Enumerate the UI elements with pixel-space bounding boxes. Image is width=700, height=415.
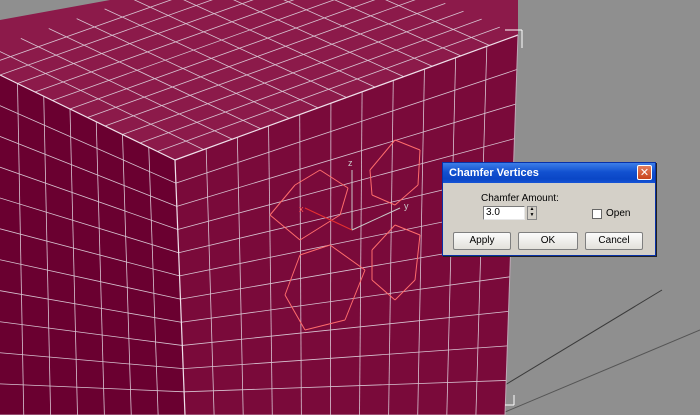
chamfer-amount-label: Chamfer Amount: bbox=[481, 193, 559, 204]
gizmo-z-label: z bbox=[348, 158, 353, 168]
cancel-button[interactable]: Cancel bbox=[585, 232, 643, 250]
close-icon: ✕ bbox=[639, 166, 650, 179]
dialog-title: Chamfer Vertices bbox=[449, 167, 539, 179]
gizmo-x-label: x bbox=[299, 204, 304, 214]
ok-button[interactable]: OK bbox=[518, 232, 578, 250]
gizmo-y-label: y bbox=[404, 201, 409, 211]
apply-button[interactable]: Apply bbox=[453, 232, 511, 250]
chamfer-amount-input[interactable]: 3.0 bbox=[483, 206, 525, 220]
chamfer-amount-spinner[interactable]: ▲ ▼ bbox=[527, 206, 537, 220]
open-checkbox[interactable] bbox=[592, 209, 602, 219]
chamfer-vertices-dialog: Chamfer Vertices ✕ Chamfer Amount: 3.0 ▲… bbox=[442, 162, 656, 256]
dialog-titlebar[interactable]: Chamfer Vertices ✕ bbox=[443, 163, 655, 183]
open-label: Open bbox=[606, 208, 631, 219]
close-button[interactable]: ✕ bbox=[637, 165, 652, 180]
spinner-down-icon[interactable]: ▼ bbox=[528, 213, 536, 219]
